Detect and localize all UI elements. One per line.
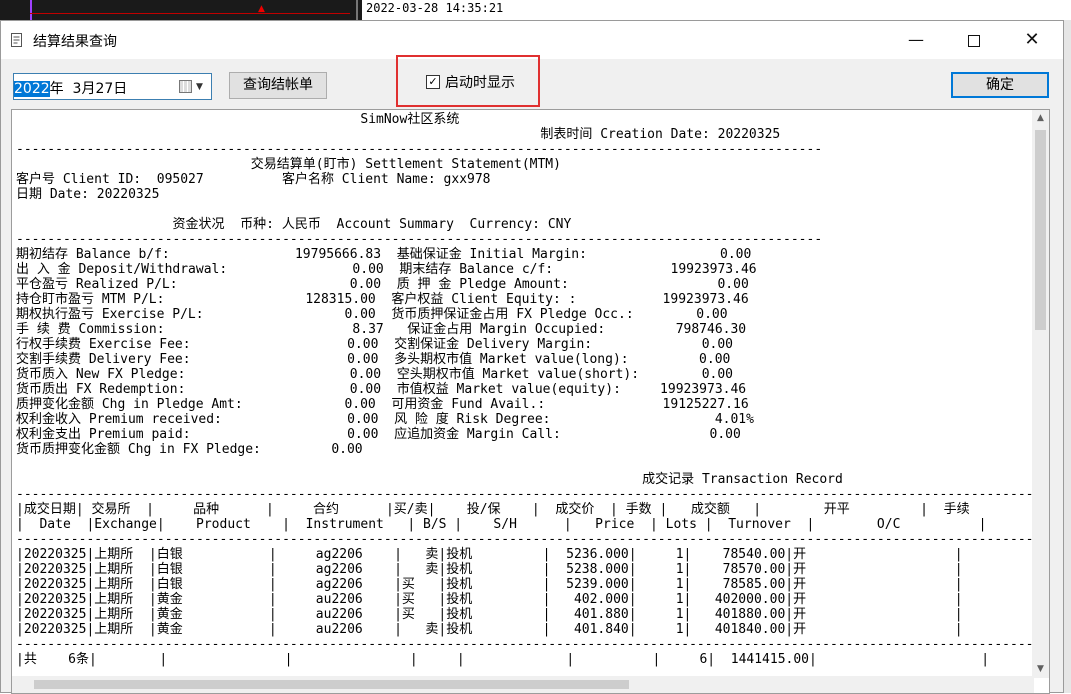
- minimize-icon: —: [908, 30, 924, 49]
- close-button[interactable]: ✕: [1009, 21, 1055, 59]
- report-line: | Date |Exchange| Product | Instrument |…: [16, 517, 987, 532]
- report-line: 权利金收入 Premium received: 0.00 风 险 度 Risk …: [16, 412, 754, 427]
- maximize-button[interactable]: [951, 21, 997, 59]
- maximize-icon: [968, 34, 980, 47]
- background-chart-line: [30, 0, 32, 20]
- scroll-up-icon[interactable]: ▲: [1032, 110, 1049, 127]
- ok-button[interactable]: 确定: [951, 72, 1049, 98]
- report-line: 质押变化金额 Chg in Pledge Amt: 0.00 可用资金 Fund…: [16, 397, 749, 412]
- background-log-panel: 2022-03-28 14:35:21: [362, 0, 1071, 20]
- report-line: ----------------------------------------…: [16, 532, 1034, 547]
- report-line: 货币质出 FX Redemption: 0.00 市值权益 Market val…: [16, 382, 747, 397]
- settlement-report-text: SimNow社区系统 制表时间 Creation Date: 20220325 …: [16, 112, 1033, 667]
- show-on-start-checkbox[interactable]: ✓: [426, 75, 440, 89]
- toolbar: 2022年 3月27日 ▼ 查询结帐单 ✓ 启动时显示 确定: [1, 55, 1063, 109]
- report-line: ----------------------------------------…: [16, 487, 1034, 502]
- report-line: |20220325|上期所 |白银 | ag2206 |买 |投机 | 5239…: [16, 577, 963, 592]
- report-line: |共 6条| | | | | | | 6| 1441415.00| |: [16, 652, 990, 667]
- report-line: 制表时间 Creation Date: 20220325: [16, 127, 781, 142]
- query-statement-button[interactable]: 查询结帐单: [229, 72, 327, 99]
- chevron-down-icon[interactable]: ▼: [196, 79, 210, 95]
- report-line: |20220325|上期所 |黄金 | au2206 |买 |投机 | 402.…: [16, 592, 963, 607]
- report-line: 期权执行盈亏 Exercise P/L: 0.00 货币质押保证金占用 FX P…: [16, 307, 728, 322]
- report-line: 货币质入 New FX Pledge: 0.00 空头期权市值 Market v…: [16, 367, 733, 382]
- report-line: 出 入 金 Deposit/Withdrawal: 0.00 期末结存 Bala…: [16, 262, 757, 277]
- background-divider: [356, 0, 358, 20]
- report-line: 交易结算单(盯市) Settlement Statement(MTM): [16, 157, 561, 172]
- report-line: SimNow社区系统: [16, 112, 460, 127]
- report-line: |20220325|上期所 |白银 | ag2206 | 卖|投机 | 5238…: [16, 562, 963, 577]
- report-line: 平仓盈亏 Realized P/L: 0.00 质 押 金 Pledge Amo…: [16, 277, 749, 292]
- report-line: 手 续 费 Commission: 8.37 保证金占用 Margin Occu…: [16, 322, 747, 337]
- report-line: 客户号 Client ID: 095027 客户名称 Client Name: …: [16, 172, 491, 187]
- horizontal-scrollbar[interactable]: [12, 676, 1034, 693]
- vertical-scroll-thumb[interactable]: [1035, 130, 1046, 330]
- minimize-button[interactable]: —: [893, 21, 939, 59]
- report-line: |20220325|上期所 |黄金 | au2206 | 卖|投机 | 401.…: [16, 622, 963, 637]
- report-line: 期初结存 Balance b/f: 19795666.83 基础保证金 Init…: [16, 247, 752, 262]
- horizontal-scroll-thumb[interactable]: [34, 680, 629, 689]
- report-line: 行权手续费 Exercise Fee: 0.00 交割保证金 Delivery …: [16, 337, 733, 352]
- report-line: 资金状况 币种: 人民币 Account Summary Currency: C…: [16, 217, 572, 232]
- report-line: 持仓盯市盈亏 MTM P/L: 128315.00 客户权益 Client Eq…: [16, 292, 749, 307]
- report-line: 权利金支出 Premium paid: 0.00 应追加资金 Margin Ca…: [16, 427, 741, 442]
- close-icon: ✕: [1024, 29, 1040, 50]
- report-line: |20220325|上期所 |黄金 | au2206 |买 |投机 | 401.…: [16, 607, 963, 622]
- calendar-icon[interactable]: [179, 80, 192, 93]
- report-line: 货币质押变化金额 Chg in FX Pledge: 0.00: [16, 442, 363, 457]
- background-window-strip: ▲ 2022-03-28 14:35:21: [0, 0, 1071, 20]
- vertical-scrollbar[interactable]: ▲ ▼: [1032, 110, 1049, 678]
- document-icon: [11, 33, 22, 47]
- date-year-selected[interactable]: 2022: [14, 81, 50, 97]
- report-line: |成交日期| 交易所 | 品种 | 合约 |买/卖| 投/保 | 成交价 | 手…: [16, 502, 970, 517]
- background-chart-marker: ▲: [258, 4, 265, 14]
- settlement-query-dialog: 结算结果查询 — ✕ 2022年 3月27日 ▼ 查询结帐单 ✓ 启动时显示 确…: [0, 20, 1064, 694]
- scroll-down-icon[interactable]: ▼: [1032, 661, 1049, 678]
- date-picker[interactable]: 2022年 3月27日 ▼: [13, 73, 212, 100]
- report-line: ----------------------------------------…: [16, 232, 823, 247]
- report-line: ----------------------------------------…: [16, 142, 823, 157]
- background-window-edge: [1064, 20, 1071, 693]
- report-line: ----------------------------------------…: [16, 637, 1034, 652]
- report-line: 日期 Date: 20220325: [16, 187, 160, 202]
- settlement-report-area[interactable]: SimNow社区系统 制表时间 Creation Date: 20220325 …: [11, 109, 1050, 694]
- date-value[interactable]: 2022年 3月27日: [14, 78, 127, 98]
- show-on-start-label[interactable]: 启动时显示: [445, 72, 515, 92]
- window-title: 结算结果查询: [33, 34, 117, 50]
- report-line: |20220325|上期所 |白银 | ag2206 | 卖|投机 | 5236…: [16, 547, 963, 562]
- title-bar[interactable]: 结算结果查询 — ✕: [1, 21, 1063, 59]
- report-line: 成交记录 Transaction Record: [16, 472, 843, 487]
- show-on-start-highlight: ✓ 启动时显示: [396, 55, 540, 107]
- background-chart-line: [30, 13, 350, 14]
- report-line: 交割手续费 Delivery Fee: 0.00 多头期权市值 Market v…: [16, 352, 731, 367]
- background-timestamp: 2022-03-28 14:35:21: [366, 1, 504, 15]
- date-month-day[interactable]: 年 3月27日: [50, 81, 128, 97]
